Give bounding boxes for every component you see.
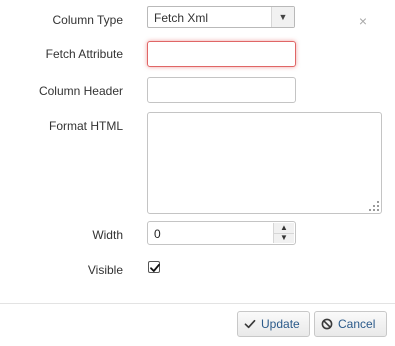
column-type-label: Column Type [52,13,123,27]
resize-grip-icon[interactable] [369,201,380,212]
width-stepper[interactable]: 0 ▲ ▼ [147,221,296,245]
visible-checkbox[interactable] [148,261,160,273]
column-header-label: Column Header [38,84,123,98]
column-type-value: Fetch Xml [154,11,209,25]
chevron-down-icon[interactable]: ▼ [271,7,294,27]
checkmark-icon [150,263,160,272]
cancel-label: Cancel [338,317,376,331]
close-icon[interactable]: × [357,14,369,28]
update-button[interactable]: Update [237,311,310,337]
fetch-attribute-input[interactable] [147,41,296,67]
width-label: Width [92,228,123,242]
width-value: 0 [154,227,161,241]
visible-label: Visible [87,263,123,277]
column-header-input[interactable] [147,77,296,103]
cancel-button[interactable]: Cancel [314,311,387,337]
footer-divider [0,303,395,304]
width-spinner: ▲ ▼ [273,223,294,243]
fetch-attribute-label: Fetch Attribute [45,47,123,61]
format-html-label: Format HTML [48,119,123,133]
spin-down-icon[interactable]: ▼ [274,233,294,243]
format-html-textarea[interactable] [147,112,382,214]
update-label: Update [261,317,300,331]
check-icon [244,318,256,330]
column-type-select[interactable]: Fetch Xml ▼ [147,6,295,28]
cancel-circle-icon [321,318,333,330]
